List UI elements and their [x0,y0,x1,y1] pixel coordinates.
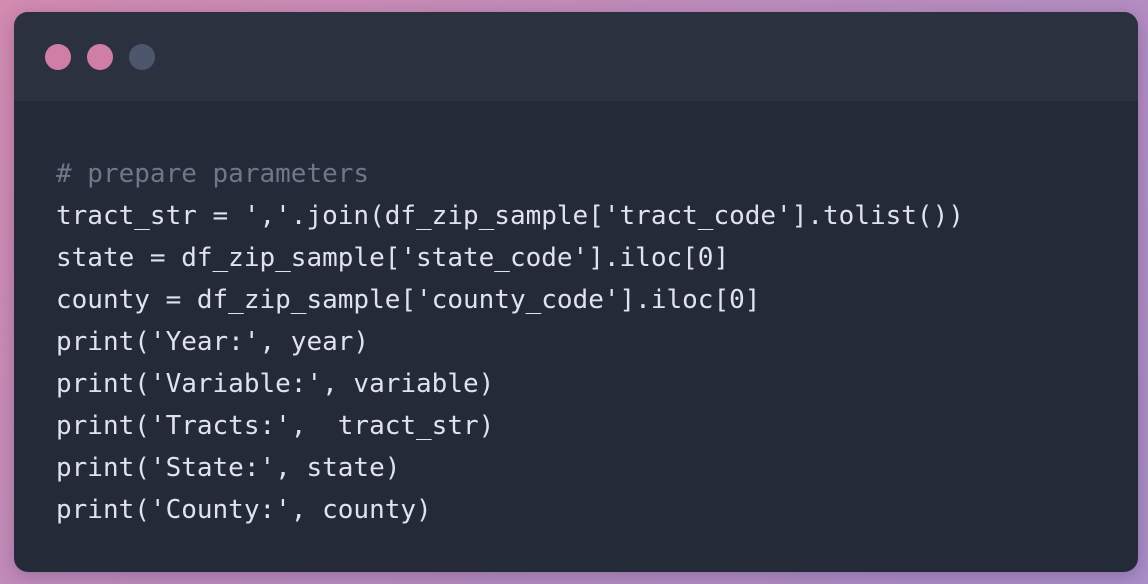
code-line: state = df_zip_sample['state_code'].iloc… [56,243,730,273]
window-titlebar [14,12,1138,101]
code-line: print('Variable:', variable) [56,369,495,399]
code-line: print('County:', county) [56,495,432,525]
code-line: tract_str = ','.join(df_zip_sample['trac… [56,201,964,231]
maximize-dot-icon[interactable] [129,44,155,70]
close-dot-icon[interactable] [45,44,71,70]
code-line: print('Year:', year) [56,327,370,357]
code-line: print('State:', state) [56,453,401,483]
minimize-dot-icon[interactable] [87,44,113,70]
code-block: # prepare parameters tract_str = ','.join… [56,153,964,531]
code-line-comment: # prepare parameters [56,159,370,189]
code-line: print('Tracts:', tract_str) [56,411,495,441]
code-line: county = df_zip_sample['county_code'].il… [56,285,761,315]
code-window: # prepare parameters tract_str = ','.join… [14,12,1138,572]
